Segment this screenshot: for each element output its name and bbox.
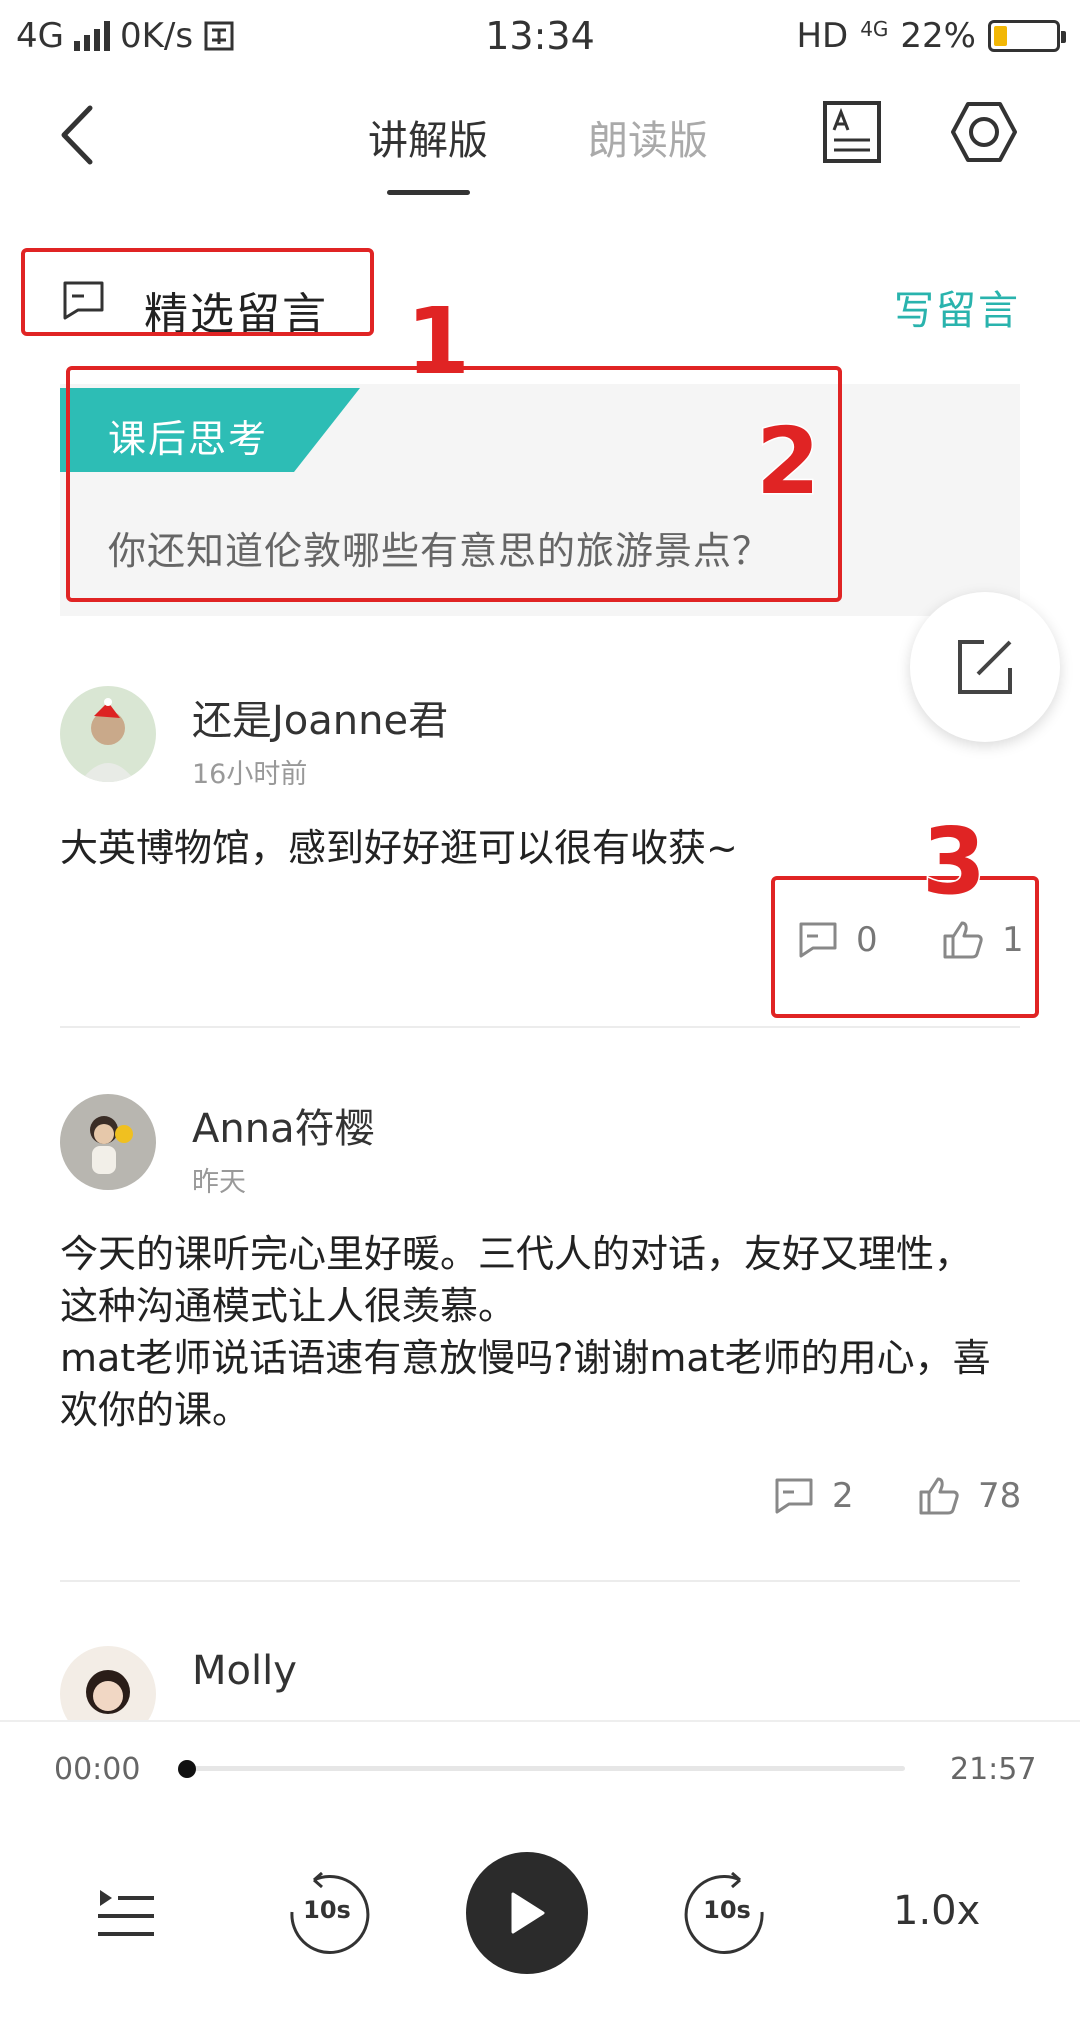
comment-username[interactable]: 还是Joanne君 bbox=[192, 688, 448, 746]
comment-time: 16小时前 bbox=[192, 759, 308, 790]
play-button[interactable] bbox=[466, 1852, 588, 1974]
reply-button[interactable]: 2 bbox=[774, 1476, 854, 1516]
play-icon bbox=[511, 1892, 545, 1934]
comment-divider bbox=[60, 1026, 1020, 1028]
tab-indicator bbox=[387, 190, 470, 195]
avatar[interactable] bbox=[60, 686, 156, 782]
thumbs-up-icon bbox=[919, 1477, 959, 1515]
playback-speed[interactable]: 1.0x bbox=[893, 1888, 980, 1934]
annotation-box-1 bbox=[21, 248, 374, 336]
comment-text: 今天的课听完心里好暖。三代人的对话，友好又理性，这种沟通模式让人很羡慕。 mat… bbox=[60, 1232, 991, 1432]
write-comment-link[interactable]: 写留言 bbox=[894, 278, 1020, 336]
back-icon[interactable] bbox=[50, 100, 110, 170]
edit-fab[interactable] bbox=[910, 592, 1060, 742]
annotation-number-2: 2 bbox=[754, 407, 821, 517]
forward-10s-button[interactable]: 10s bbox=[684, 1871, 770, 1958]
settings-hex-icon[interactable] bbox=[950, 100, 1018, 164]
font-icon[interactable] bbox=[822, 100, 882, 164]
comment-text: 大英博物馆，感到好好逛可以很有收获~ bbox=[60, 826, 738, 870]
edit-icon bbox=[958, 640, 1012, 694]
avatar[interactable] bbox=[60, 1094, 156, 1190]
comment-username[interactable]: Anna符樱 bbox=[192, 1096, 375, 1154]
annotation-box-3 bbox=[771, 876, 1039, 1018]
total-time: 21:57 bbox=[950, 1752, 1037, 1787]
comment-divider bbox=[60, 1580, 1020, 1582]
network-type-2: 4G bbox=[860, 17, 889, 41]
current-time: 00:00 bbox=[54, 1752, 141, 1787]
progress-track[interactable] bbox=[185, 1766, 905, 1771]
player-divider bbox=[0, 1720, 1080, 1722]
like-button[interactable]: 78 bbox=[918, 1476, 1021, 1516]
rewind-10s-button[interactable]: 10s bbox=[284, 1871, 370, 1958]
annotation-number-3: 3 bbox=[920, 807, 987, 917]
playlist-icon[interactable] bbox=[96, 1886, 156, 1942]
reply-icon bbox=[775, 1478, 813, 1514]
comment-time: 昨天 bbox=[192, 1167, 246, 1198]
progress-knob[interactable] bbox=[178, 1760, 196, 1778]
forward-label: 10s bbox=[703, 1896, 751, 1924]
status-bar: 4G 0K/s 13:34 HD 4G 22% bbox=[0, 0, 1080, 74]
tab-read[interactable]: 朗读版 bbox=[588, 108, 708, 166]
annotation-box-2 bbox=[66, 366, 842, 602]
reply-count: 2 bbox=[832, 1476, 854, 1516]
battery-icon bbox=[988, 20, 1066, 52]
battery-percent: 22% bbox=[900, 16, 976, 56]
like-count: 78 bbox=[978, 1476, 1022, 1516]
hd-indicator: HD bbox=[796, 16, 849, 56]
rewind-label: 10s bbox=[303, 1896, 351, 1924]
comment-username[interactable]: Molly bbox=[192, 1648, 297, 1694]
tab-explain[interactable]: 讲解版 bbox=[368, 108, 488, 166]
